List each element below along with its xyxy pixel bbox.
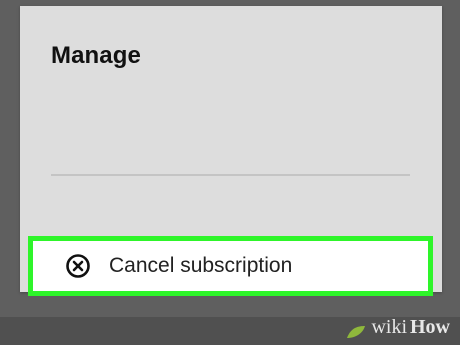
wikihow-watermark: wiki How <box>346 316 450 339</box>
divider <box>51 174 410 176</box>
cancel-subscription-button[interactable]: Cancel subscription <box>28 236 433 296</box>
cancel-circle-icon <box>65 253 91 279</box>
manage-dialog: Manage Cancel subscription <box>20 6 442 296</box>
leaf-icon <box>347 326 366 338</box>
watermark-text-how: How <box>410 316 450 338</box>
watermark-text-wiki: wiki <box>371 316 407 338</box>
dialog-title: Manage <box>51 42 141 69</box>
cancel-subscription-label: Cancel subscription <box>109 254 293 277</box>
